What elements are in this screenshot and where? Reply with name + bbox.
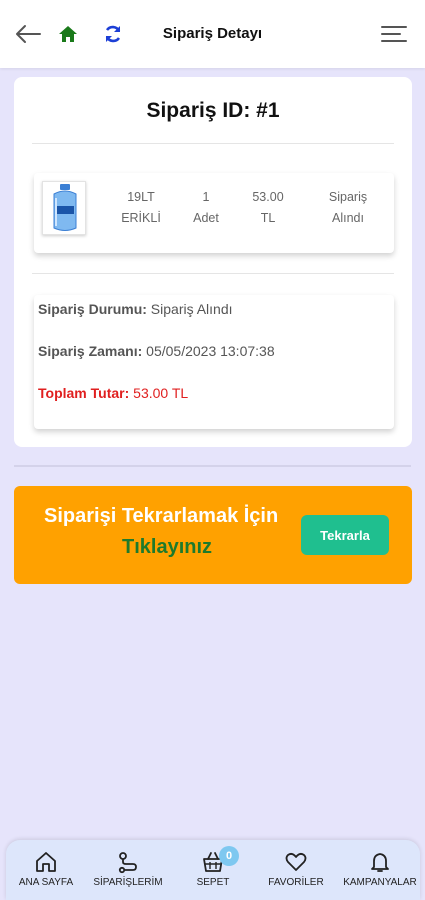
order-time-line: Sipariş Zamanı: 05/05/2023 13:07:38 [38,343,275,359]
top-bar: Sipariş Detayı [0,0,425,68]
order-total-value: 53.00 TL [133,385,189,401]
item-price: 53.00 TL [252,190,284,225]
order-id-title: Sipariş ID: #1 [146,99,280,122]
nav-favorites[interactable]: FAVORİLER [256,850,336,888]
nav-cart-label: SEPET [196,877,230,888]
order-total-line: Toplam Tutar: 53.00 TL [38,385,188,401]
bell-icon [371,853,389,872]
order-status-box: Sipariş Durumu: Sipariş Alındı Sipariş Z… [34,295,394,429]
orders-route-icon [118,852,137,874]
home-outline-icon [36,852,56,872]
repeat-order-subtext: Tıklayınız [122,536,213,558]
order-total-label: Toplam Tutar: [38,385,130,401]
repeat-order-banner: Siparişi Tekrarlamak İçin Tıklayınız Tek… [14,486,412,584]
menu-icon[interactable] [380,24,408,44]
nav-campaigns-label: KAMPANYALAR [343,877,417,888]
nav-favorites-label: FAVORİLER [268,877,324,888]
item-state: Sipariş Alındı [328,190,368,225]
nav-home-label: ANA SAYFA [18,877,74,888]
nav-campaigns[interactable]: KAMPANYALAR [340,850,420,888]
heart-icon [285,852,307,871]
nav-orders-label: SİPARİŞLERİM [93,877,163,888]
water-bottle-image [42,181,86,235]
nav-home[interactable]: ANA SAYFA [6,850,86,888]
nav-orders[interactable]: SİPARİŞLERİM [88,850,168,888]
cart-count-badge: 0 [219,846,239,866]
order-status-label: Sipariş Durumu: [38,301,147,317]
page-title: Sipariş Detayı [162,25,263,42]
item-quantity: 1 Adet [193,190,219,225]
repeat-order-text: Siparişi Tekrarlamak İçin [44,505,279,527]
repeat-order-button[interactable]: Tekrarla [301,515,389,555]
order-status-value: Sipariş Alındı [150,301,233,317]
order-time-value: 05/05/2023 13:07:38 [146,343,275,359]
section-divider [14,465,411,467]
divider [32,143,394,144]
order-item-row: 19LT ERİKLİ 1 Adet 53.00 TL Sipariş Alın… [34,173,394,253]
order-time-label: Sipariş Zamanı: [38,343,143,359]
nav-cart[interactable]: SEPET 0 [173,846,253,888]
order-detail-card: Sipariş ID: #1 19LT ERİKLİ 1 Adet 53.00 … [14,77,412,447]
bottom-navigation: ANA SAYFA SİPARİŞLERİM SEPET 0 FAVORİLER… [6,840,420,900]
item-name: 19LT ERİKLİ [121,190,161,225]
order-status-line: Sipariş Durumu: Sipariş Alındı [38,301,233,317]
divider [32,273,394,274]
